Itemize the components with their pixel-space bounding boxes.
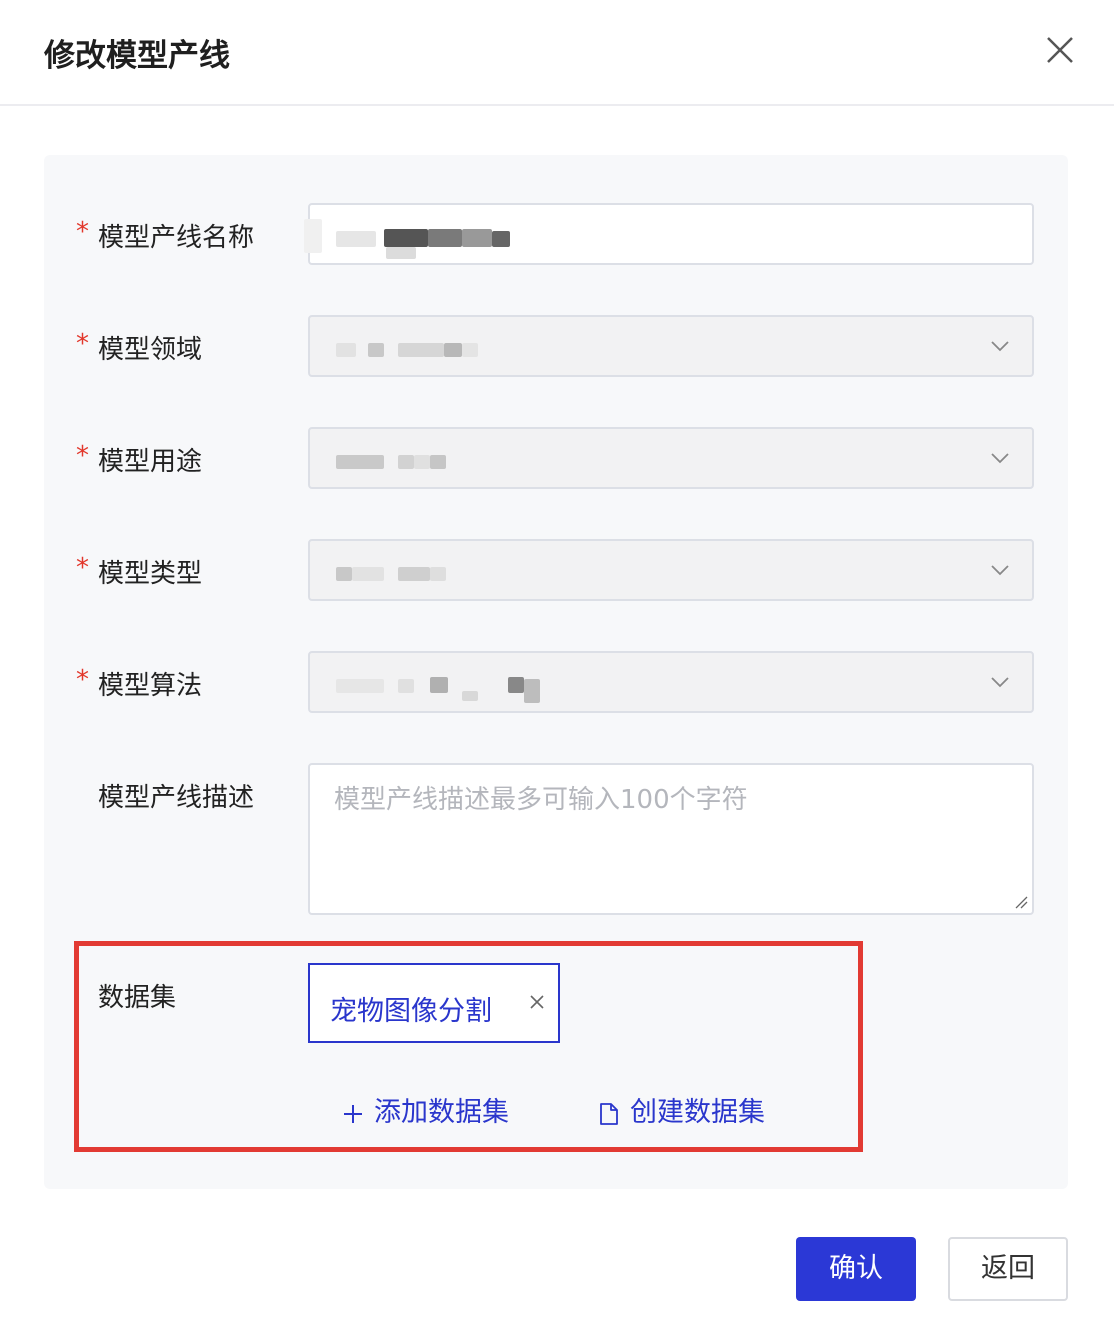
domain-select[interactable] [308, 315, 1034, 377]
dialog-title: 修改模型产线 [44, 38, 230, 74]
required-mark: * [76, 553, 89, 583]
description-placeholder: 模型产线描述最多可输入100个字符 [334, 785, 748, 815]
plus-icon [344, 1104, 362, 1123]
chevron-down-icon [991, 341, 1009, 352]
description-label: 模型产线描述 [98, 783, 255, 813]
type-label: 模型类型 [98, 559, 203, 589]
required-mark: * [76, 217, 89, 247]
redacted-value [310, 317, 1032, 375]
algorithm-select[interactable] [308, 651, 1034, 713]
dialog-header: 修改模型产线 [0, 0, 1114, 106]
close-icon[interactable] [1040, 30, 1080, 70]
back-button[interactable]: 返回 [948, 1237, 1068, 1301]
usage-label: 模型用途 [98, 447, 203, 477]
domain-label: 模型领域 [98, 335, 203, 365]
dataset-tag[interactable]: 宠物图像分割 [308, 963, 560, 1043]
chevron-down-icon [991, 453, 1009, 464]
chevron-down-icon [991, 565, 1009, 576]
type-select[interactable] [308, 539, 1034, 601]
document-icon [600, 1102, 618, 1125]
create-dataset-label: 创建数据集 [630, 1097, 765, 1128]
add-dataset-label: 添加数据集 [374, 1097, 509, 1128]
dataset-label: 数据集 [98, 983, 177, 1013]
confirm-button[interactable]: 确认 [796, 1237, 916, 1301]
redacted-value [310, 541, 1032, 599]
description-textarea[interactable]: 模型产线描述最多可输入100个字符 [308, 763, 1034, 915]
usage-select[interactable] [308, 427, 1034, 489]
redacted-value [304, 205, 1032, 263]
resize-handle-icon[interactable] [1014, 895, 1028, 909]
required-mark: * [76, 441, 89, 471]
name-input[interactable] [304, 203, 1034, 265]
algorithm-label: 模型算法 [98, 671, 203, 701]
chevron-down-icon [991, 677, 1009, 688]
redacted-value [310, 653, 1032, 711]
add-dataset-link[interactable]: 添加数据集 [342, 1090, 509, 1129]
dataset-tag-label: 宠物图像分割 [330, 996, 492, 1027]
remove-tag-icon[interactable] [528, 993, 546, 1011]
required-mark: * [76, 329, 89, 359]
redacted-value [310, 429, 1032, 487]
name-label: 模型产线名称 [98, 223, 255, 253]
required-mark: * [76, 665, 89, 695]
create-dataset-link[interactable]: 创建数据集 [598, 1090, 765, 1129]
